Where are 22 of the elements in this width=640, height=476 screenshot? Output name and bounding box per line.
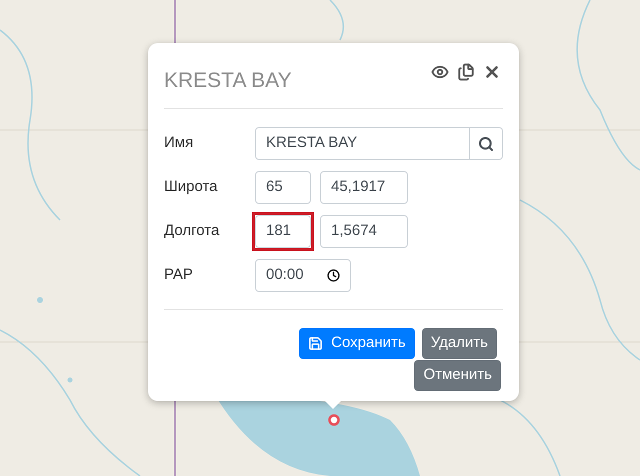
popup-title: KRESTA BAY — [164, 68, 292, 94]
field-label: PAP — [164, 265, 194, 286]
search-icon — [478, 136, 494, 152]
input-field[interactable]: KRESTA BAY — [252, 124, 473, 163]
search-button[interactable] — [470, 127, 503, 160]
field-label: Широта — [164, 177, 219, 198]
copy-icon[interactable] — [457, 63, 475, 81]
cancel-button[interactable]: Отменить — [414, 360, 501, 391]
eye-icon[interactable] — [431, 63, 449, 81]
input-field[interactable]: 65 — [252, 168, 314, 207]
save-button[interactable]: Сохранить — [299, 328, 415, 359]
input-field[interactable]: 181 — [252, 212, 314, 251]
field-label: Долгота — [164, 221, 220, 242]
time-field[interactable]: 00:00 — [252, 256, 354, 295]
input-field[interactable]: 1,5674 — [317, 212, 411, 251]
field-label: Имя — [164, 133, 194, 154]
delete-button[interactable]: Удалить — [422, 328, 497, 359]
input-field[interactable]: 45,1917 — [317, 168, 411, 207]
close-icon[interactable] — [483, 63, 501, 81]
clock-icon — [327, 269, 340, 282]
save-icon — [308, 336, 324, 351]
map-marker-icon — [328, 414, 340, 426]
